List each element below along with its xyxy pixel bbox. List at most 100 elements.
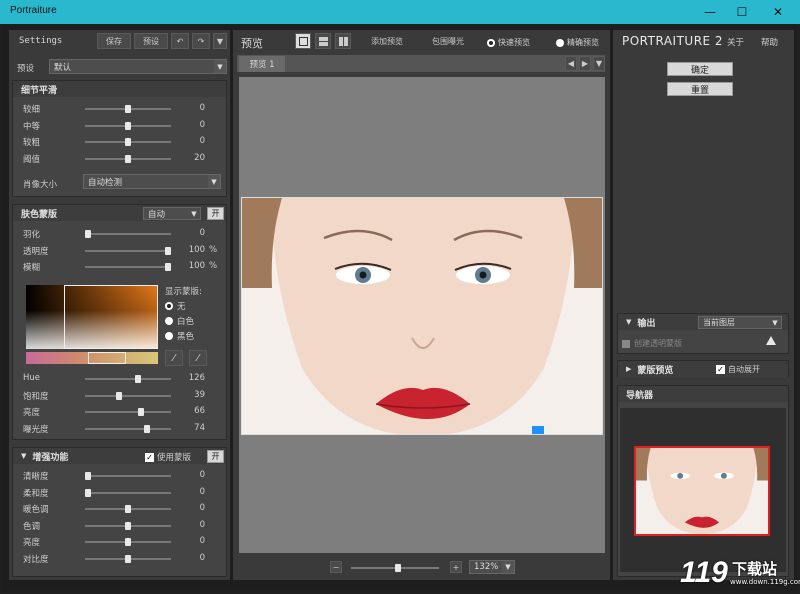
ok-button[interactable]: 确定 bbox=[667, 62, 733, 76]
color-picker[interactable] bbox=[26, 285, 158, 349]
tab-prev-icon[interactable]: ◀ bbox=[565, 56, 577, 71]
slider-track[interactable] bbox=[85, 472, 171, 480]
eyedropper-add-icon[interactable]: ⁄ bbox=[189, 350, 207, 366]
slider-track[interactable] bbox=[85, 246, 171, 255]
zoom-dropdown[interactable]: 132% ▼ bbox=[469, 560, 515, 574]
warning-icon bbox=[766, 336, 776, 345]
skin-mode-dropdown[interactable]: 自动 ▼ bbox=[143, 207, 201, 220]
output-section: ▼ 输出 当前图层 ▼ 创建透明蒙版 bbox=[617, 313, 789, 354]
mask-preview-header[interactable]: ▶ 蒙版预览 bbox=[618, 361, 788, 377]
skin-mode-value: 自动 bbox=[148, 209, 166, 220]
mask-preview-section: ▶ 蒙版预览 ✓ 自动展开 bbox=[617, 360, 789, 377]
precise-preview-radio[interactable]: 精确预览 bbox=[556, 37, 599, 48]
slider-knob[interactable] bbox=[125, 105, 131, 113]
slider-knob[interactable] bbox=[125, 554, 131, 563]
collapse-arrow-icon: ▼ bbox=[21, 452, 27, 460]
slider-track[interactable] bbox=[85, 154, 171, 163]
slider-knob[interactable] bbox=[85, 488, 91, 497]
radio-icon bbox=[165, 317, 173, 325]
slider-knob[interactable] bbox=[125, 538, 131, 546]
slider-track[interactable] bbox=[85, 263, 171, 271]
slider-track[interactable] bbox=[85, 138, 171, 146]
maximize-button[interactable]: ☐ bbox=[724, 0, 760, 24]
slider-knob[interactable] bbox=[135, 375, 142, 383]
slider-knob[interactable] bbox=[165, 263, 171, 271]
slider-track[interactable] bbox=[85, 538, 171, 546]
slider-knob[interactable] bbox=[125, 138, 131, 146]
slider-knob[interactable] bbox=[125, 505, 131, 513]
slider-knob[interactable] bbox=[116, 391, 123, 400]
slider-track[interactable] bbox=[85, 105, 171, 113]
slider-track[interactable] bbox=[85, 375, 171, 383]
navigator-viewport[interactable] bbox=[634, 446, 770, 536]
preview-image[interactable] bbox=[241, 197, 603, 435]
undo-button[interactable]: ↶ bbox=[171, 33, 189, 49]
add-preview-button[interactable]: 添加预览 bbox=[358, 33, 416, 49]
zoom-slider-knob[interactable] bbox=[395, 564, 401, 572]
help-button[interactable]: 帮助 bbox=[761, 36, 778, 48]
enhance-toggle[interactable]: 开 bbox=[207, 450, 224, 463]
detail-header: 细节平滑 bbox=[13, 81, 226, 97]
slider-knob[interactable] bbox=[85, 230, 91, 238]
split-vertical-icon[interactable] bbox=[335, 33, 351, 49]
preview-canvas[interactable] bbox=[239, 77, 605, 553]
slider-track[interactable] bbox=[85, 230, 171, 238]
slider-knob[interactable] bbox=[125, 121, 131, 130]
show-mask-option-white[interactable]: 白色 bbox=[165, 315, 194, 327]
zoom-in-button[interactable]: + bbox=[450, 561, 462, 573]
eyedropper-icon[interactable]: ⁄ bbox=[165, 350, 183, 366]
tab-menu-icon[interactable]: ▼ bbox=[593, 56, 605, 71]
portrait-size-dropdown[interactable]: 自动检测 ▼ bbox=[83, 174, 221, 189]
slider-track[interactable] bbox=[85, 424, 171, 433]
slider-knob[interactable] bbox=[125, 521, 131, 530]
slider-knob[interactable] bbox=[85, 472, 91, 480]
show-mask-option-none[interactable]: 无 bbox=[165, 300, 186, 312]
slider-value: 0 bbox=[199, 470, 205, 480]
close-button[interactable]: ✕ bbox=[760, 0, 796, 24]
zoom-slider[interactable] bbox=[351, 564, 439, 572]
menu-button[interactable]: ▼ bbox=[213, 33, 227, 49]
slider-track[interactable] bbox=[85, 488, 171, 497]
hue-strip[interactable] bbox=[26, 352, 158, 364]
slider-track[interactable] bbox=[85, 121, 171, 130]
hue-range-box[interactable] bbox=[88, 352, 126, 364]
color-selection-box[interactable] bbox=[64, 285, 158, 349]
slider-knob[interactable] bbox=[144, 424, 151, 433]
auto-expand-checkbox[interactable]: ✓ 自动展开 bbox=[716, 364, 760, 375]
skin-mask-toggle[interactable]: 开 bbox=[207, 207, 224, 220]
save-button[interactable]: 保存 bbox=[97, 33, 131, 49]
tab-preview-1[interactable]: 预览 1 bbox=[239, 56, 285, 72]
show-mask-option-black[interactable]: 黑色 bbox=[165, 330, 194, 342]
slider-track[interactable] bbox=[85, 408, 171, 416]
reset-button[interactable]: 重置 bbox=[667, 82, 733, 96]
about-button[interactable]: 关于 bbox=[727, 36, 744, 48]
slider-track[interactable] bbox=[85, 554, 171, 563]
slider-track[interactable] bbox=[85, 505, 171, 513]
slider-value: 100 bbox=[188, 244, 205, 255]
tab-next-icon[interactable]: ▶ bbox=[579, 56, 591, 71]
redo-button[interactable]: ↷ bbox=[192, 33, 210, 49]
slider-knob[interactable] bbox=[125, 154, 131, 163]
watermark-logo-icon: 119 bbox=[680, 556, 728, 589]
preset-button[interactable]: 预设 bbox=[134, 33, 168, 49]
split-horizontal-icon[interactable] bbox=[315, 33, 331, 49]
preset-dropdown[interactable]: 默认 ▼ bbox=[49, 59, 227, 74]
output-dropdown[interactable]: 当前图层 ▼ bbox=[698, 316, 782, 329]
slider-track[interactable] bbox=[85, 521, 171, 530]
slider-value: 0 bbox=[199, 503, 205, 513]
slider-knob[interactable] bbox=[165, 246, 171, 255]
slider-knob[interactable] bbox=[137, 408, 144, 416]
expand-arrow-icon: ▶ bbox=[626, 365, 632, 373]
bracket-exposure-button[interactable]: 包围曝光 bbox=[419, 33, 477, 49]
slider-track[interactable] bbox=[85, 391, 171, 400]
minimize-button[interactable]: — bbox=[692, 0, 728, 24]
percent-sign: % bbox=[209, 261, 218, 271]
single-view-icon[interactable] bbox=[295, 33, 311, 49]
create-mask-checkbox[interactable]: 创建透明蒙版 bbox=[622, 338, 682, 349]
radio-selected-icon bbox=[165, 302, 173, 310]
fast-preview-radio[interactable]: 快速预览 bbox=[487, 37, 530, 48]
zoom-out-button[interactable]: − bbox=[330, 561, 342, 573]
enhance-header[interactable]: ▼ 增强功能 bbox=[13, 448, 226, 464]
navigator-canvas[interactable] bbox=[620, 408, 786, 572]
use-mask-checkbox[interactable]: ✓ 使用蒙版 bbox=[145, 451, 191, 463]
